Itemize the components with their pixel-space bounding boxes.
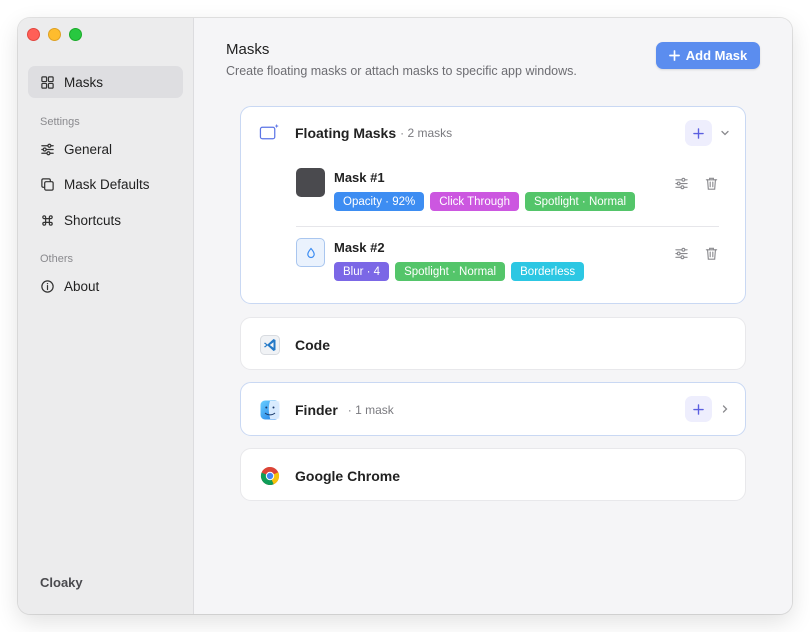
- window-controls: [27, 28, 82, 41]
- sidebar-item-label: General: [64, 141, 113, 157]
- sidebar-item-general[interactable]: General: [28, 133, 183, 165]
- floating-mask-icon: [259, 123, 280, 144]
- sidebar-item-mask-defaults[interactable]: Mask Defaults: [28, 168, 183, 200]
- tag-blur: Blur · 4: [334, 262, 390, 281]
- app-card-finder: Finder · 1 mask: [240, 382, 746, 436]
- app-card-chrome[interactable]: Google Chrome: [240, 448, 746, 501]
- app-name: Cloaky: [40, 575, 83, 590]
- mask-row-2[interactable]: Mask #2 Blur · 4 Spotlight · Normal Bord…: [296, 234, 719, 304]
- tag-opacity: Opacity · 92%: [334, 192, 425, 211]
- copy-icon: [41, 177, 54, 191]
- chevron-down-icon[interactable]: [720, 128, 730, 138]
- finder-icon: [259, 400, 280, 421]
- sidebar-item-label: Mask Defaults: [64, 176, 150, 192]
- mask-name: Mask #1: [334, 170, 385, 185]
- group-title: Code: [295, 336, 330, 353]
- app-card-header: Google Chrome: [259, 449, 400, 502]
- mask-thumbnail: [296, 168, 325, 197]
- sidebar-item-shortcuts[interactable]: Shortcuts: [28, 204, 183, 236]
- sidebar: Masks Settings General Mask Defaults Sho…: [18, 18, 194, 614]
- droplet-icon: [306, 247, 315, 258]
- sidebar-item-label: Shortcuts: [64, 212, 122, 228]
- settings-sliders-icon[interactable]: [674, 246, 689, 261]
- info-icon: [41, 279, 54, 293]
- app-window: Masks Settings General Mask Defaults Sho…: [18, 18, 792, 614]
- divider: [296, 226, 719, 227]
- app-card-header: Code: [259, 318, 330, 371]
- add-floating-mask-button[interactable]: [685, 120, 712, 146]
- settings-sliders-icon[interactable]: [674, 176, 689, 191]
- chevron-right-icon[interactable]: [720, 404, 730, 414]
- add-finder-mask-button[interactable]: [685, 396, 712, 422]
- app-card-header[interactable]: Finder · 1 mask: [259, 383, 394, 437]
- floating-masks-card: Floating Masks · 2 masks Mask #1 Opacity…: [240, 106, 746, 304]
- add-mask-button-label: Add Mask: [685, 48, 748, 63]
- tag-spotlight: Spotlight · Normal: [395, 262, 506, 281]
- main-content: Masks Create floating masks or attach ma…: [195, 18, 792, 614]
- zoom-window-button[interactable]: [69, 28, 82, 41]
- mask-tags: Opacity · 92% Click Through Spotlight · …: [334, 192, 636, 211]
- tag-click-through: Click Through: [430, 192, 519, 211]
- group-count: · 1 mask: [347, 403, 394, 417]
- sliders-icon: [41, 143, 54, 155]
- command-icon: [42, 214, 53, 226]
- mask-tags: Blur · 4 Spotlight · Normal Borderless: [334, 262, 585, 281]
- trash-icon[interactable]: [704, 176, 719, 191]
- minimize-window-button[interactable]: [48, 28, 61, 41]
- close-window-button[interactable]: [27, 28, 40, 41]
- add-mask-button[interactable]: Add Mask: [656, 42, 760, 69]
- mask-actions: [674, 246, 719, 261]
- sidebar-section-others: Others: [40, 253, 74, 265]
- trash-icon[interactable]: [704, 246, 719, 261]
- mask-row-1[interactable]: Mask #1 Opacity · 92% Click Through Spot…: [296, 164, 719, 234]
- grid-icon: [41, 75, 54, 89]
- floating-masks-header[interactable]: Floating Masks · 2 masks: [259, 107, 452, 159]
- sidebar-item-masks[interactable]: Masks: [28, 66, 183, 98]
- sidebar-item-label: About: [64, 278, 100, 294]
- vscode-icon: [259, 334, 280, 355]
- mask-actions: [674, 176, 719, 191]
- sidebar-item-about[interactable]: About: [28, 270, 183, 302]
- tag-spotlight: Spotlight · Normal: [524, 192, 636, 211]
- tag-borderless: Borderless: [511, 262, 585, 281]
- app-card-code[interactable]: Code: [240, 317, 746, 370]
- group-title: Google Chrome: [295, 467, 401, 484]
- chrome-icon: [259, 465, 280, 486]
- sidebar-item-label: Masks: [64, 74, 104, 90]
- sidebar-section-settings: Settings: [40, 116, 80, 128]
- mask-thumbnail: [296, 238, 325, 267]
- page-title: Masks: [226, 41, 270, 58]
- plus-icon: [693, 403, 704, 415]
- plus-icon: [668, 50, 680, 61]
- group-count: · 2 masks: [400, 126, 453, 140]
- group-title: Floating Masks: [295, 125, 397, 141]
- plus-icon: [693, 127, 704, 139]
- page-subtitle: Create floating masks or attach masks to…: [226, 64, 577, 78]
- mask-name: Mask #2: [334, 240, 385, 255]
- group-title: Finder: [295, 402, 338, 418]
